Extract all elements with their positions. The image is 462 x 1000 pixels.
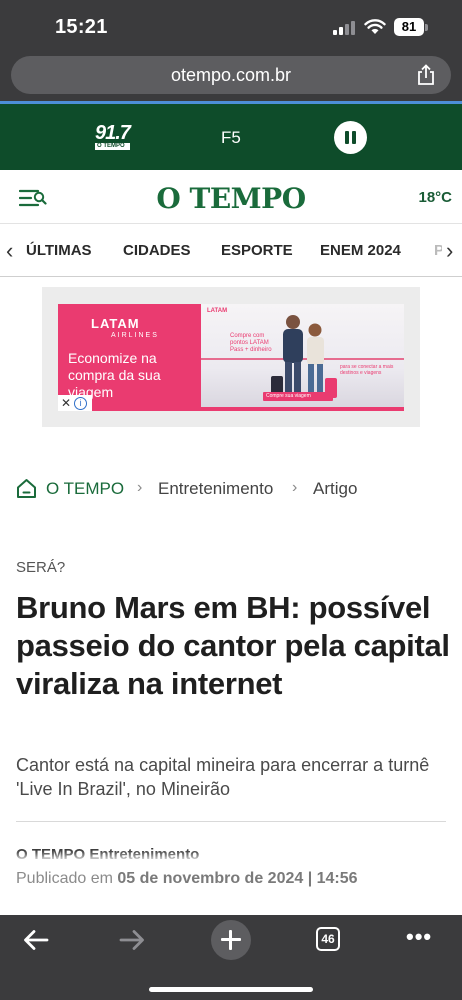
pause-button[interactable] bbox=[334, 121, 367, 154]
ad-brand-sub: AIRLINES bbox=[111, 332, 159, 339]
article-subtitle: Cantor está na capital mineira para ence… bbox=[16, 755, 430, 799]
cellular-signal-icon bbox=[333, 20, 357, 35]
nav-left-arrow-icon[interactable]: ‹ bbox=[6, 238, 13, 264]
ad-mini-logo: LATAM bbox=[207, 308, 228, 314]
status-bar: 15:21 81 bbox=[0, 0, 462, 52]
category-nav: ‹ ÚLTIMAS CIDADES ESPORTE ENEM 2024 POLÍ… bbox=[0, 225, 462, 277]
divider bbox=[16, 821, 446, 822]
article-headline: Bruno Mars em BH: possível passeio do ca… bbox=[16, 590, 450, 701]
home-indicator bbox=[149, 987, 313, 992]
ad-close-button[interactable]: ✕ i bbox=[58, 395, 92, 411]
url-text[interactable]: otempo.com.br bbox=[11, 65, 451, 86]
ad-slot: LATAM AIRLINES Economize na compra da su… bbox=[0, 278, 462, 434]
article-kicker: SERÁ? bbox=[16, 559, 66, 576]
nav-item-ultimas[interactable]: ÚLTIMAS bbox=[26, 242, 92, 259]
nav-item-esporte[interactable]: ESPORTE bbox=[221, 242, 293, 259]
breadcrumb: O TEMPO › Entretenimento › Artigo bbox=[0, 466, 462, 512]
chevron-right-icon: › bbox=[292, 479, 298, 496]
ad-banner[interactable]: LATAM AIRLINES Economize na compra da su… bbox=[58, 304, 404, 411]
tabs-button[interactable]: 46 bbox=[316, 927, 340, 951]
breadcrumb-section[interactable]: Entretenimento bbox=[158, 479, 273, 499]
ad-headline: Economize na compra da sua viagem bbox=[68, 350, 161, 400]
new-tab-plus-icon[interactable] bbox=[211, 920, 251, 960]
wifi-icon bbox=[364, 19, 386, 34]
article-byline[interactable]: O TEMPO Entretenimento bbox=[16, 846, 199, 863]
nav-item-politica[interactable]: POLÍTICA bbox=[434, 242, 442, 259]
nav-item-cidades[interactable]: CIDADES bbox=[123, 242, 191, 259]
status-time: 15:21 bbox=[55, 16, 108, 38]
breadcrumb-home[interactable]: O TEMPO bbox=[46, 479, 124, 499]
ad-cta-button[interactable]: Compre sua viagem bbox=[263, 392, 333, 401]
published-bar: Publicado em 05 de novembro de 2024 | 14… bbox=[0, 862, 462, 915]
nav-item-enem[interactable]: ENEM 2024 bbox=[320, 242, 401, 259]
ad-brand-logo: LATAM bbox=[91, 316, 140, 331]
chevron-right-icon: › bbox=[137, 479, 143, 496]
battery-indicator: 81 bbox=[394, 18, 424, 36]
home-icon[interactable] bbox=[16, 478, 37, 499]
radio-station-name: F5 bbox=[221, 128, 241, 147]
ad-left-panel[interactable]: LATAM AIRLINES Economize na compra da su… bbox=[58, 304, 201, 411]
back-arrow-icon[interactable] bbox=[22, 928, 50, 952]
ad-promo-text-2: para se conectar a mais destinos e viage… bbox=[340, 364, 394, 376]
more-options-icon[interactable]: ••• bbox=[406, 926, 432, 948]
forward-arrow-icon[interactable] bbox=[118, 928, 146, 952]
nav-right-arrow-icon[interactable]: › bbox=[444, 238, 454, 264]
site-header: O TEMPO 18°C bbox=[0, 170, 462, 224]
radio-player: 91.7 O TEMPO F5 bbox=[0, 104, 462, 170]
radio-frequency: 91.7 bbox=[95, 122, 131, 144]
published-info: Publicado em 05 de novembro de 2024 | 14… bbox=[16, 870, 358, 888]
published-label: Publicado em bbox=[16, 870, 113, 887]
ad-floor-stripe bbox=[201, 407, 404, 411]
ad-info-icon[interactable]: i bbox=[74, 397, 88, 410]
share-icon[interactable] bbox=[415, 64, 437, 86]
browser-address-area: otempo.com.br bbox=[0, 52, 462, 104]
ad-image-panel[interactable]: LATAM Compre com pontos LATAM Pass + din… bbox=[201, 304, 404, 411]
published-date: 05 de novembro de 2024 | 14:56 bbox=[117, 870, 358, 887]
battery-tip bbox=[425, 24, 428, 31]
site-logo[interactable]: O TEMPO bbox=[0, 182, 462, 215]
address-bar[interactable]: otempo.com.br bbox=[11, 56, 451, 94]
temperature: 18°C bbox=[418, 189, 452, 206]
breadcrumb-type: Artigo bbox=[313, 479, 358, 498]
radio-logo-sub: O TEMPO bbox=[95, 143, 130, 150]
radio-logo[interactable]: 91.7 O TEMPO bbox=[95, 122, 131, 150]
close-icon[interactable]: ✕ bbox=[61, 396, 71, 410]
